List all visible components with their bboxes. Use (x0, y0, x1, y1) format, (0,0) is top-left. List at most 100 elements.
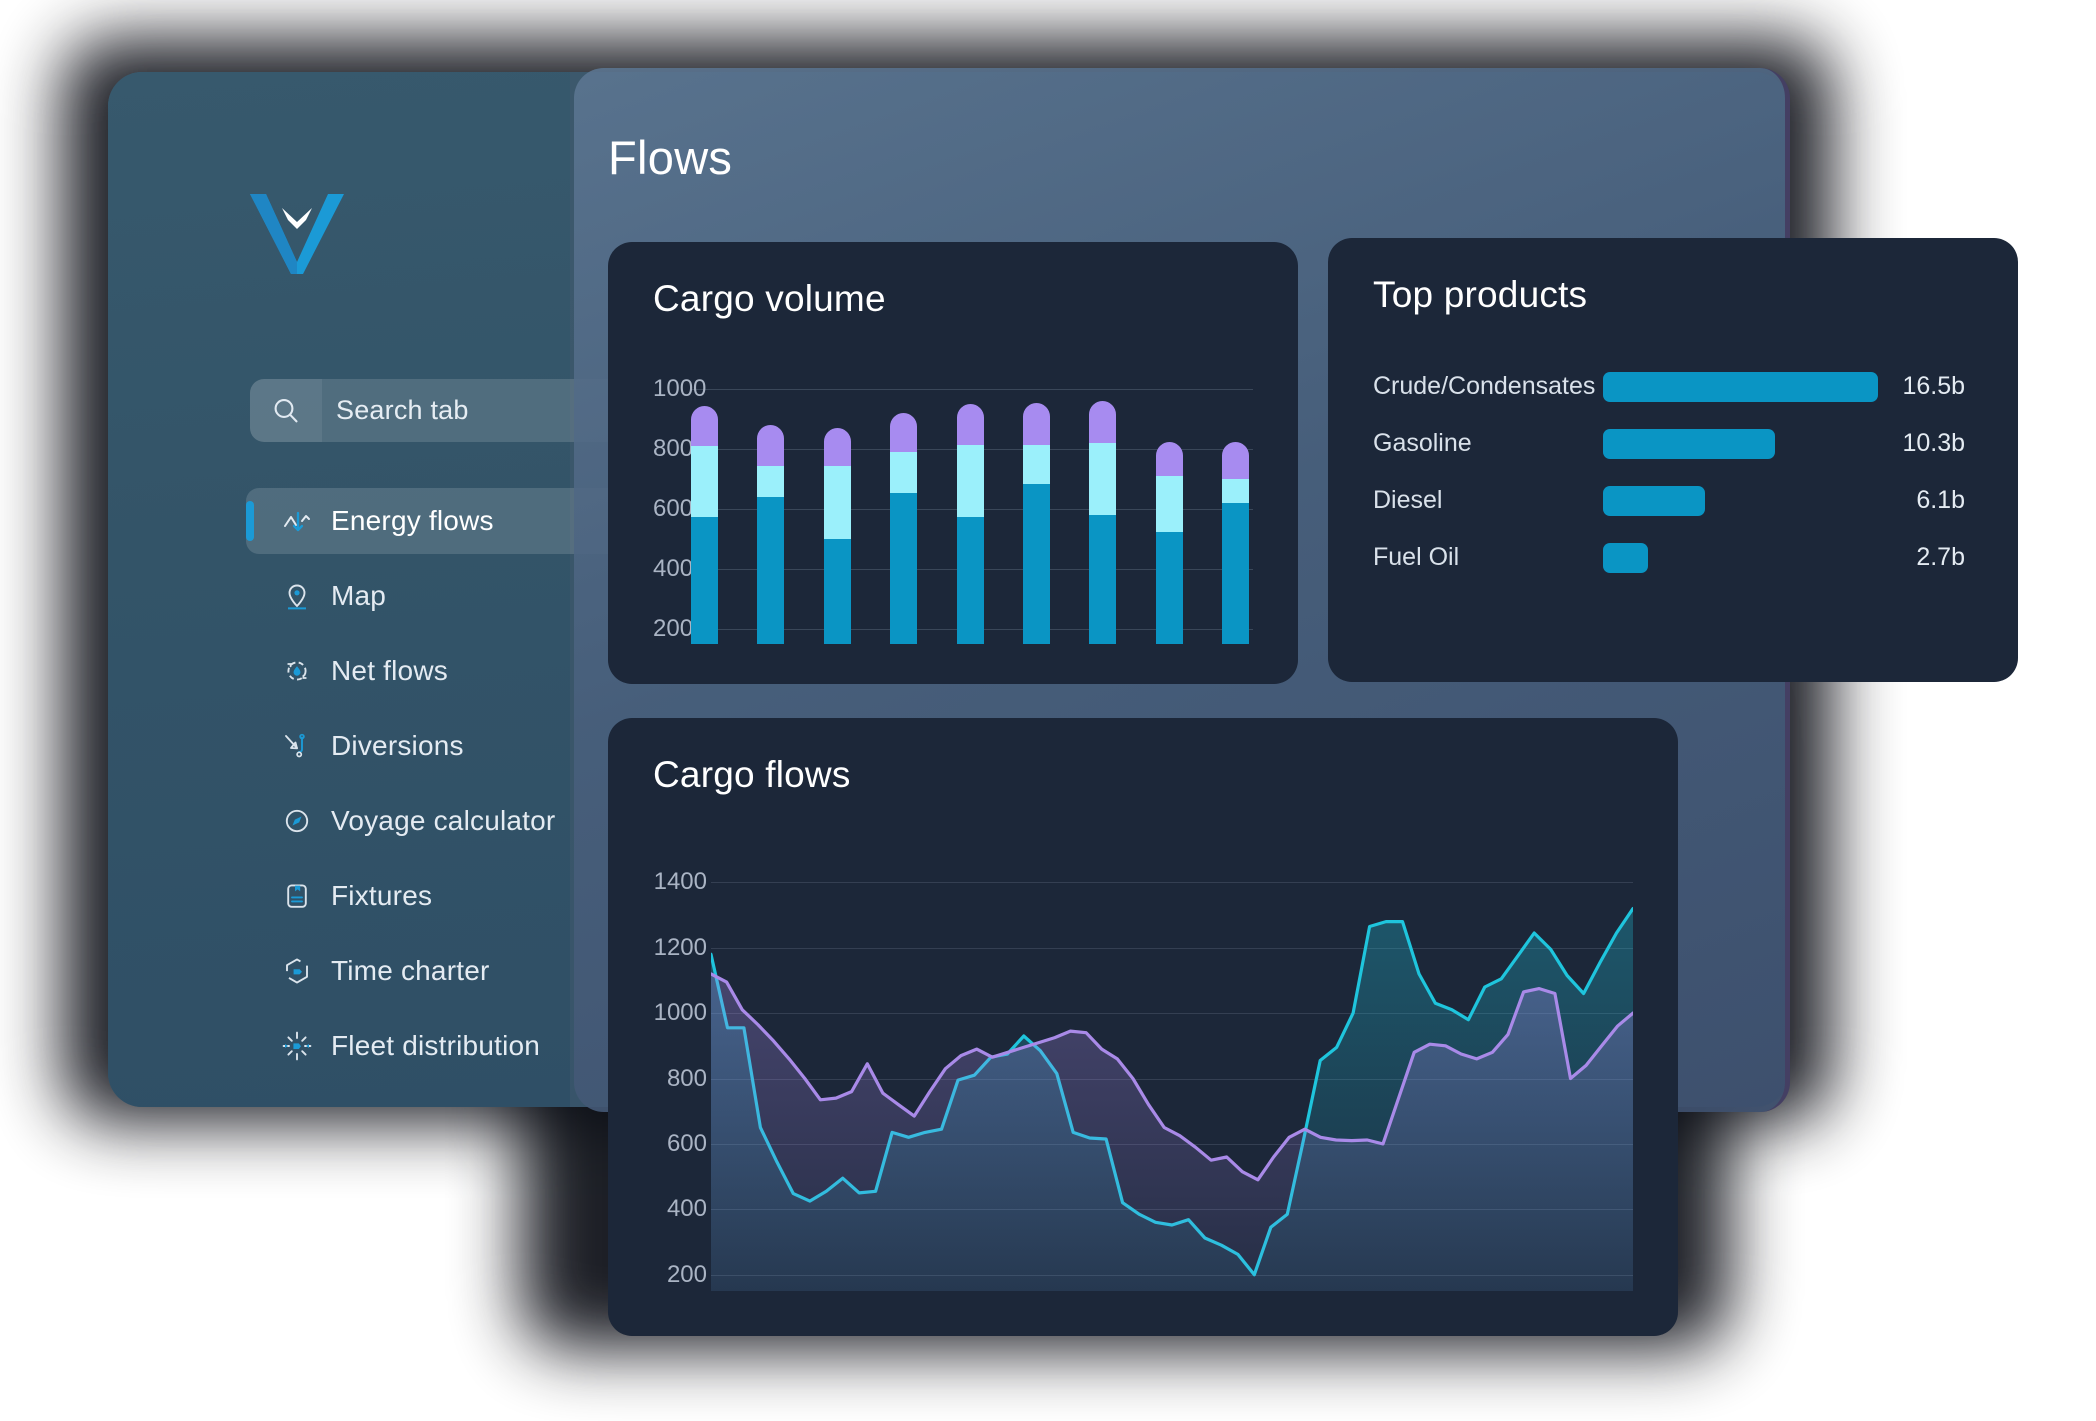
bar-stack[interactable] (757, 425, 785, 644)
card-top-products: Top products Crude/Condensates 16.5b Gasol… (1328, 238, 2018, 682)
y-axis-tick-label: 600 (666, 1129, 707, 1157)
bar-segment-middle (823, 465, 851, 539)
y-axis-tick-label: 400 (653, 555, 694, 582)
screenshot-stage: Search tab Energy flows Map Net flows Di… (0, 0, 2096, 1421)
hexagon-ship-icon (280, 954, 314, 988)
bar-group (691, 374, 1249, 644)
bar-segment-top (1089, 401, 1117, 443)
bar-segment-bottom (1222, 503, 1249, 644)
bar-stack[interactable] (691, 405, 718, 644)
card-title: Top products (1373, 274, 1588, 315)
product-value: 2.7b (1916, 543, 1965, 571)
bar-segment-middle (691, 446, 718, 517)
sidebar-item-label: Voyage calculator (331, 805, 556, 836)
y-axis-tick-label: 1400 (653, 868, 707, 896)
bar-segment-top (890, 413, 918, 452)
card-cargo-volume: Cargo volume 1000 800 600 400 200 (608, 242, 1298, 684)
document-icon (280, 879, 314, 913)
search-icon (250, 379, 322, 442)
bar-segment-top (691, 405, 718, 446)
y-axis-tick-label: 400 (666, 1195, 707, 1223)
bar-segment-middle (1089, 443, 1117, 515)
bar-segment-bottom (1089, 515, 1117, 644)
card-cargo-flows: Cargo flows 1400 1200 1000 800 600 400 200 (608, 718, 1678, 1336)
sidebar-item-label: Fleet distribution (331, 1030, 541, 1061)
bar-segment-middle (1155, 476, 1183, 532)
y-axis-tick-label: 1200 (653, 933, 707, 961)
v-chevron-logo[interactable] (248, 190, 346, 276)
bar-segment-top (956, 404, 984, 445)
bar-segment-middle (1022, 444, 1050, 484)
energy-flows-icon (280, 504, 314, 538)
top-product-row[interactable]: Diesel 6.1b (1373, 472, 1973, 529)
card-title: Cargo volume (653, 278, 886, 319)
bar-segment-top (1022, 402, 1050, 445)
sidebar-item-label: Time charter (331, 955, 490, 986)
bar-segment-top (1155, 441, 1183, 476)
bar-stack[interactable] (1089, 401, 1117, 644)
bar-segment-bottom (1022, 483, 1050, 644)
bar-segment-top (757, 425, 785, 466)
y-axis-tick-label: 800 (653, 435, 694, 462)
sidebar-item-label: Fixtures (331, 880, 433, 911)
bar-stack[interactable] (1222, 441, 1249, 644)
bar-segment-middle (1222, 479, 1249, 503)
bar-segment-bottom (757, 497, 785, 644)
y-axis-tick-label: 1000 (653, 999, 707, 1027)
search-input-value: Search tab (336, 395, 469, 425)
bar-segment-bottom (691, 516, 718, 644)
y-axis-tick-label: 600 (653, 495, 694, 522)
product-bar-track (1603, 485, 1878, 516)
bar-stack[interactable] (956, 404, 984, 644)
product-bar (1603, 371, 1878, 402)
bar-segment-middle (890, 452, 918, 493)
y-axis-tick-label: 200 (666, 1260, 707, 1288)
top-product-row[interactable]: Gasoline 10.3b (1373, 415, 1973, 472)
product-bar (1603, 428, 1775, 459)
product-bar (1603, 542, 1648, 573)
product-name: Diesel (1373, 486, 1443, 514)
bar-segment-top (823, 428, 851, 466)
card-title: Cargo flows (653, 754, 851, 795)
bar-segment-top (1222, 441, 1249, 479)
product-value: 16.5b (1902, 372, 1965, 400)
product-name: Gasoline (1373, 429, 1472, 457)
search-input[interactable]: Search tab (250, 379, 620, 442)
product-value: 10.3b (1902, 429, 1965, 457)
top-products-list: Crude/Condensates 16.5b Gasoline 10.3b Diese… (1373, 358, 1973, 586)
bar-segment-bottom (1155, 531, 1183, 644)
top-product-row[interactable]: Crude/Condensates 16.5b (1373, 358, 1973, 415)
product-name: Crude/Condensates (1373, 372, 1596, 400)
top-product-row[interactable]: Fuel Oil 2.7b (1373, 529, 1973, 586)
bar-segment-bottom (823, 539, 851, 644)
net-flows-icon (280, 654, 314, 688)
cargo-flows-chart: 1400 1200 1000 800 600 400 200 (653, 866, 1633, 1291)
sidebar-item-label: Energy flows (331, 505, 494, 536)
product-bar (1603, 485, 1705, 516)
bar-segment-bottom (956, 516, 984, 644)
y-axis-tick-label: 1000 (653, 375, 707, 402)
y-axis-tick-label: 800 (666, 1064, 707, 1092)
bar-segment-middle (757, 465, 785, 497)
map-pin-icon (280, 579, 314, 613)
diversions-icon (280, 729, 314, 763)
y-axis-tick-label: 200 (653, 615, 694, 642)
bar-segment-middle (956, 444, 984, 517)
sidebar-item-label: Diversions (331, 730, 464, 761)
product-value: 6.1b (1916, 486, 1965, 514)
cargo-flows-lines (711, 866, 1633, 1291)
bar-stack[interactable] (1022, 402, 1050, 644)
fleet-distribution-icon (280, 1029, 314, 1063)
sidebar-item-label: Map (331, 580, 387, 611)
sidebar-item-label: Net flows (331, 655, 448, 686)
compass-icon (280, 804, 314, 838)
bar-stack[interactable] (1155, 441, 1183, 644)
cargo-volume-chart: 1000 800 600 400 200 (653, 374, 1253, 644)
bar-stack[interactable] (890, 413, 918, 644)
bar-segment-bottom (890, 492, 918, 644)
product-bar-track (1603, 371, 1878, 402)
product-bar-track (1603, 542, 1878, 573)
sidebar: Search tab Energy flows Map Net flows Di… (108, 72, 806, 1107)
product-name: Fuel Oil (1373, 543, 1460, 571)
bar-stack[interactable] (823, 428, 851, 644)
